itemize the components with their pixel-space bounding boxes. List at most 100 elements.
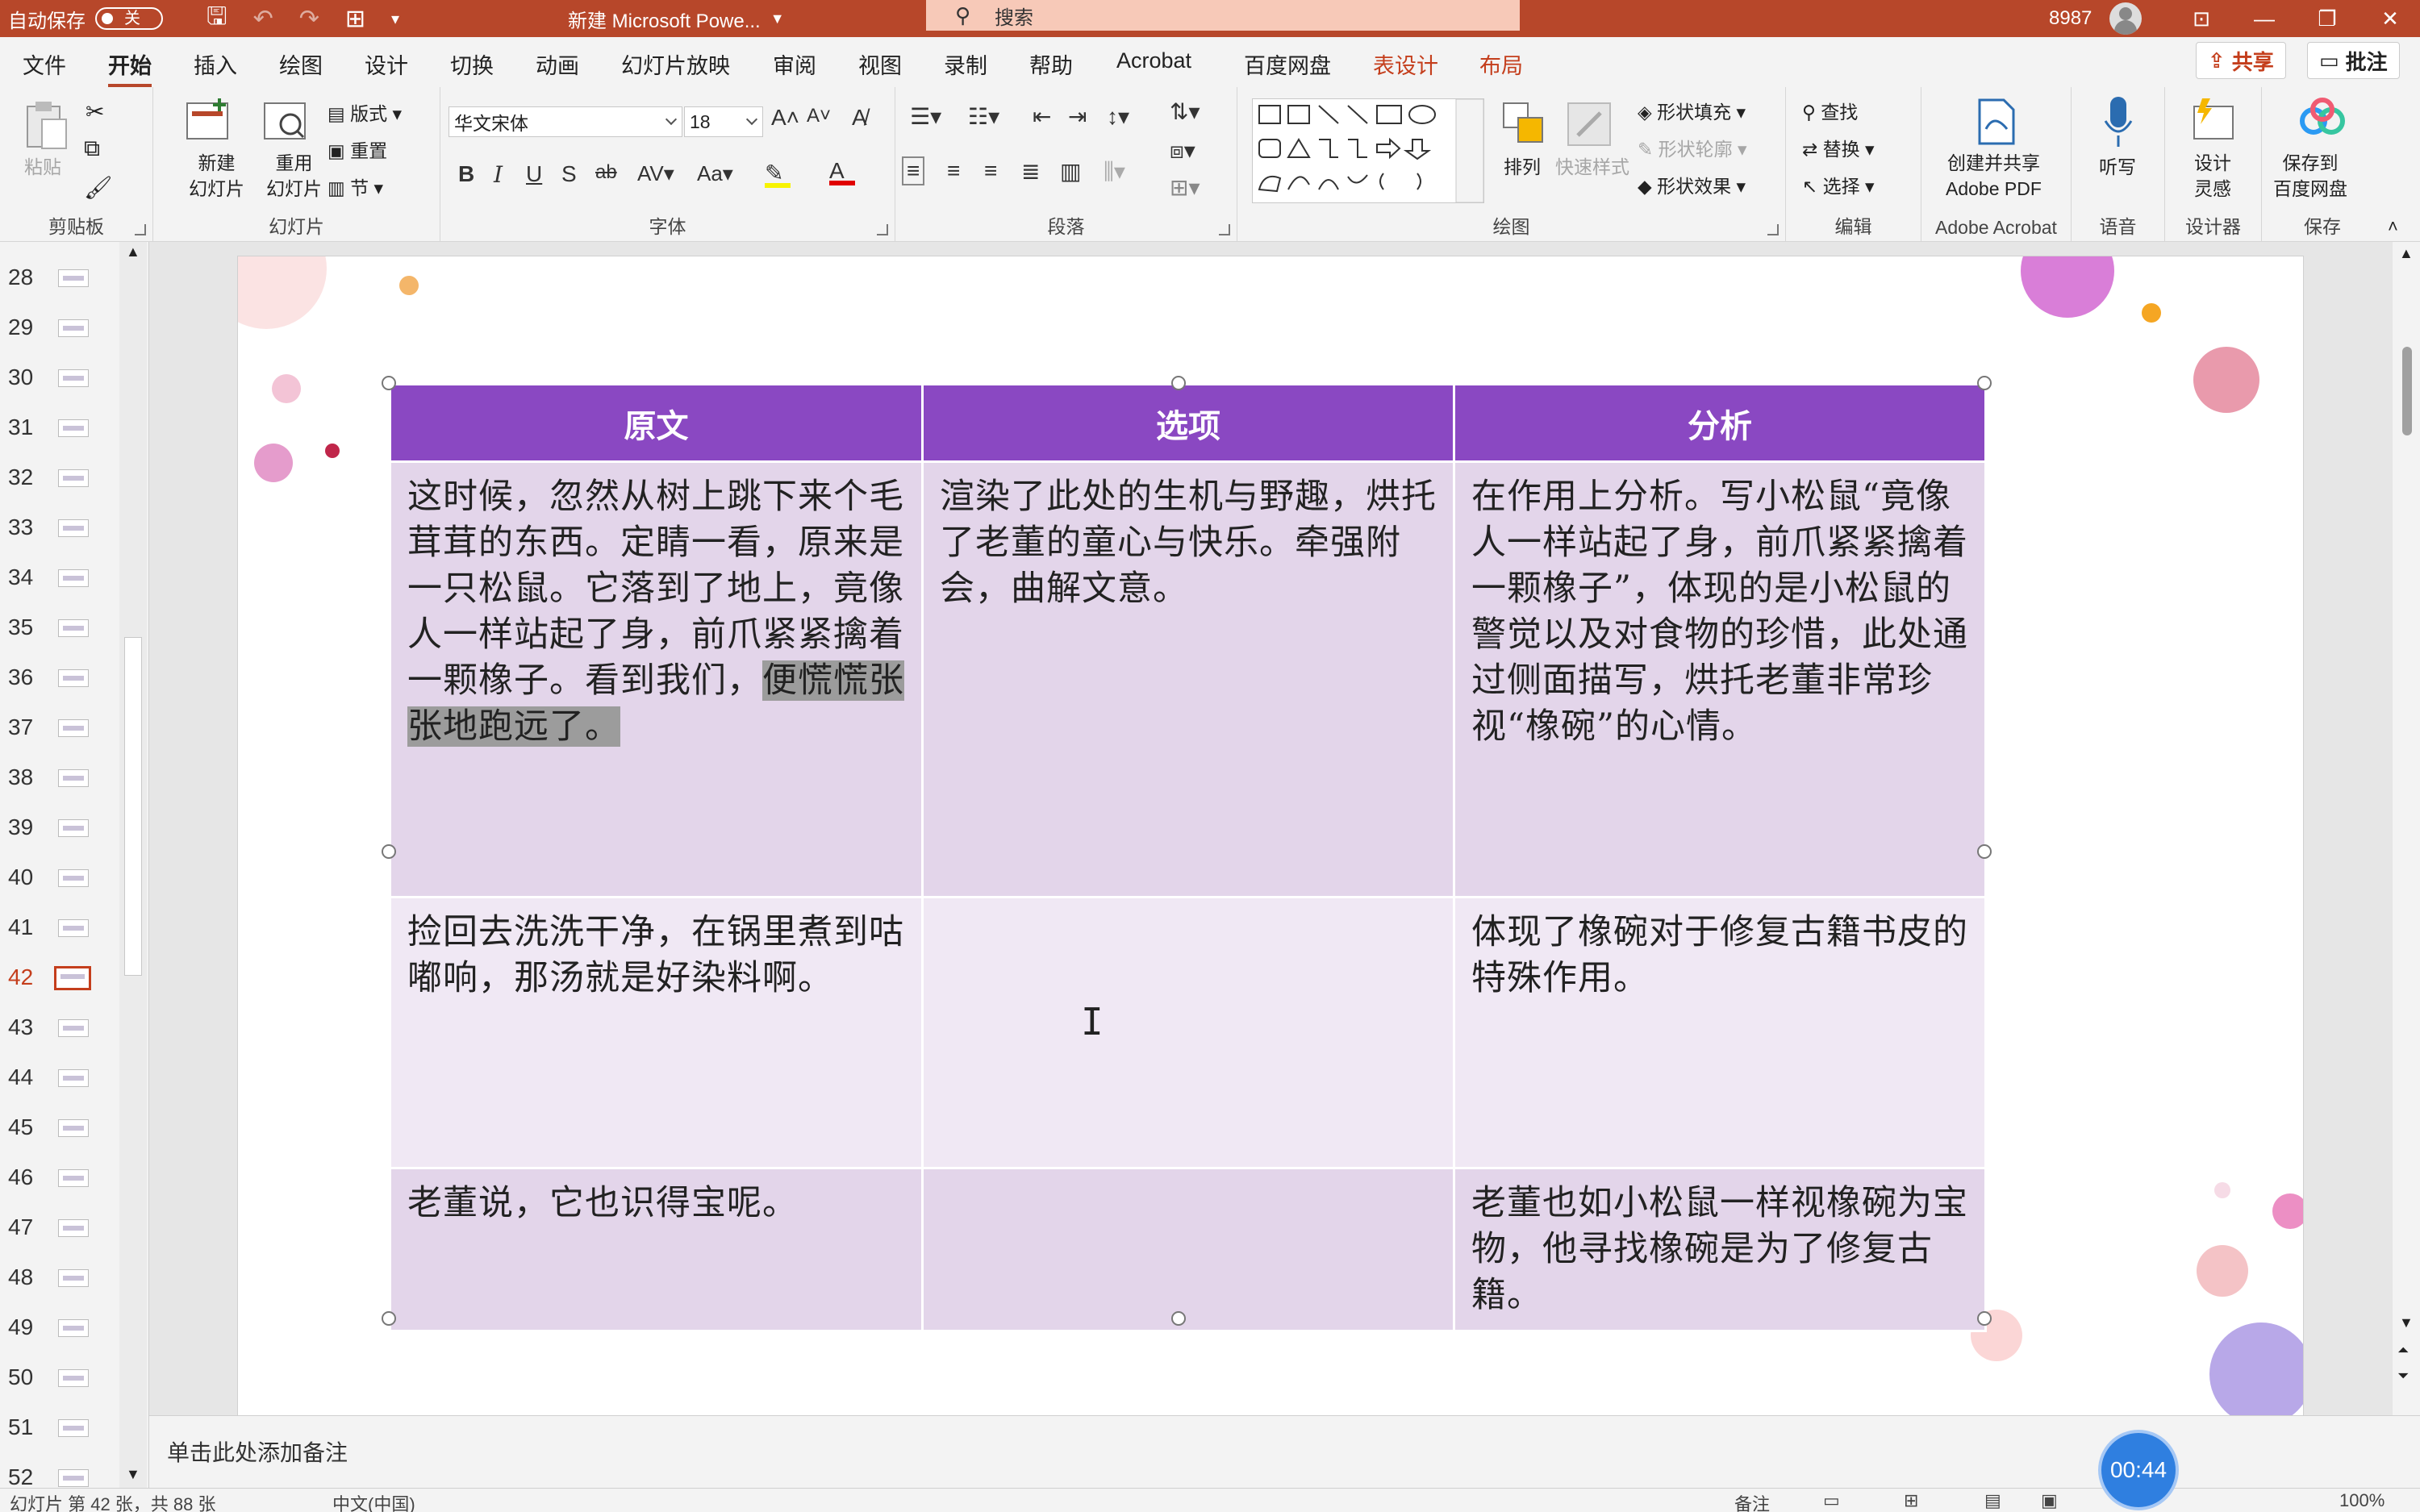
slide-thumbnail-image[interactable]: [58, 719, 89, 737]
tab-insert[interactable]: 插入: [194, 48, 237, 80]
tab-home[interactable]: 开始: [108, 48, 152, 88]
document-title[interactable]: 新建 Microsoft Powe...: [568, 5, 761, 33]
reuse-slide-icon[interactable]: [261, 97, 310, 145]
tab-slideshow[interactable]: 幻灯片放映: [621, 48, 730, 80]
notes-pane[interactable]: 单击此处添加备注: [149, 1415, 2420, 1488]
ribbon-display-icon[interactable]: ⊡: [2170, 6, 2233, 31]
slide-thumbnail-image[interactable]: [58, 919, 89, 937]
slide-thumbnail-image[interactable]: [58, 819, 89, 837]
slide-thumbnail-image[interactable]: [58, 269, 89, 287]
layout-button[interactable]: ▤ 版式 ▾: [328, 98, 402, 126]
slide-thumbnail-image[interactable]: [58, 1169, 89, 1187]
section-button[interactable]: ▥ 节 ▾: [328, 173, 383, 200]
increase-indent-icon[interactable]: ⇥: [1068, 103, 1087, 130]
slide-thumbnail[interactable]: 36: [0, 653, 121, 703]
scroll-down-icon[interactable]: ▼: [126, 1466, 140, 1483]
reuse-slides-button[interactable]: 重用 幻灯片: [266, 150, 322, 202]
resize-handle[interactable]: [1977, 844, 1992, 859]
smartart-icon[interactable]: ⊞▾: [1170, 174, 1200, 201]
new-slide-button[interactable]: 新建 幻灯片: [189, 150, 244, 202]
slide-thumbnail[interactable]: 32: [0, 453, 121, 503]
scroll-up-icon[interactable]: ▲: [2399, 245, 2414, 262]
slide-thumbnail-image[interactable]: [58, 1319, 89, 1337]
font-color-icon[interactable]: A: [829, 158, 855, 185]
tab-layout[interactable]: 布局: [1479, 48, 1523, 80]
slide-thumbnail-image[interactable]: [58, 1369, 89, 1387]
shapes-gallery[interactable]: [1252, 98, 1484, 203]
text-direction-icon[interactable]: ⇅▾: [1170, 98, 1200, 125]
undo-icon[interactable]: ↶: [253, 5, 273, 33]
resize-handle[interactable]: [1977, 376, 1992, 390]
reading-view-icon[interactable]: ▤: [1984, 1490, 2001, 1511]
select-button[interactable]: ↖ 选择 ▾: [1802, 171, 1875, 198]
language-indicator[interactable]: 中文(中国): [332, 1490, 415, 1512]
adobe-pdf-icon[interactable]: [1975, 97, 2018, 147]
decrease-font-icon[interactable]: A˅: [807, 105, 831, 127]
create-pdf-button[interactable]: 创建并共享 Adobe PDF: [1946, 150, 2042, 202]
redo-icon[interactable]: ↷: [299, 5, 319, 33]
autosave-toggle[interactable]: 关: [95, 7, 163, 30]
zoom-level[interactable]: 100%: [2339, 1490, 2385, 1511]
bullets-icon[interactable]: ☰▾: [910, 103, 941, 130]
slide-thumbnail-image[interactable]: [58, 619, 89, 637]
slide-thumbnail[interactable]: 30: [0, 353, 121, 403]
slide-thumbnail-image[interactable]: [58, 1469, 89, 1487]
restore-icon[interactable]: ❐: [2296, 6, 2359, 31]
slide-thumbnail-image[interactable]: [58, 1019, 89, 1037]
resize-handle[interactable]: [382, 376, 396, 390]
avatar[interactable]: [2109, 2, 2143, 35]
arrange-button[interactable]: 排列: [1504, 152, 1541, 179]
table-cell[interactable]: 体现了橡碗对于修复古籍书皮的特殊作用。: [1453, 896, 1987, 1169]
baidu-netdisk-icon[interactable]: [2297, 97, 2347, 140]
slide-thumbnail[interactable]: 41: [0, 903, 121, 953]
shadow-icon[interactable]: S: [561, 161, 577, 187]
slide-thumbnail[interactable]: 39: [0, 803, 121, 853]
header-analysis[interactable]: 分析: [1453, 383, 1987, 463]
thumbnail-scroll-thumb[interactable]: [124, 637, 142, 976]
paste-icon[interactable]: [24, 98, 69, 152]
share-button[interactable]: ⇪ 共享: [2196, 42, 2286, 79]
underline-icon[interactable]: U: [526, 161, 542, 187]
normal-view-icon[interactable]: ▭: [1823, 1490, 1840, 1511]
content-table[interactable]: 原文 选项 分析 这时候，忽然从树上跳下来个毛茸茸的东西。定睛一看，原来是一只松…: [389, 383, 1987, 1332]
tab-view[interactable]: 视图: [858, 48, 902, 80]
slide-thumbnail[interactable]: 40: [0, 853, 121, 903]
tab-table-design[interactable]: 表设计: [1373, 48, 1438, 80]
table-cell[interactable]: 捡回去洗洗干净，在锅里煮到咕嘟响，那汤就是好染料啊。: [389, 896, 924, 1169]
slide-thumbnail[interactable]: 31: [0, 403, 121, 453]
strikethrough-icon[interactable]: ab: [595, 161, 617, 184]
paragraph-launcher-icon[interactable]: [1219, 224, 1230, 235]
resize-handle[interactable]: [382, 844, 396, 859]
slide-scroll-thumb[interactable]: [2402, 347, 2412, 435]
slide-scrollbar[interactable]: ▲ ▼ ⏶ ⏷: [2393, 242, 2420, 1415]
change-case-icon[interactable]: Aa▾: [697, 161, 733, 186]
slide-thumbnail[interactable]: 43: [0, 1003, 121, 1053]
slide-thumbnail-image[interactable]: [58, 369, 89, 387]
shape-effects-button[interactable]: ◆ 形状效果 ▾: [1638, 171, 1746, 198]
decrease-indent-icon[interactable]: ⇤: [1033, 103, 1051, 130]
table-cell[interactable]: 渲染了此处的生机与野趣，烘托了老董的童心与快乐。牵强附会，曲解文意。: [921, 460, 1455, 898]
slide-thumbnail-image[interactable]: [58, 869, 89, 887]
tab-design[interactable]: 设计: [365, 48, 408, 80]
slide-thumbnail[interactable]: 44: [0, 1053, 121, 1103]
table-cell[interactable]: [921, 1167, 1455, 1332]
replace-button[interactable]: ⇄ 替换 ▾: [1802, 134, 1875, 161]
presenter-icon[interactable]: ⊞: [345, 5, 365, 33]
font-launcher-icon[interactable]: [877, 224, 888, 235]
resize-handle[interactable]: [382, 1311, 396, 1326]
clear-formatting-icon[interactable]: A̸: [852, 105, 867, 131]
close-icon[interactable]: ✕: [2359, 6, 2420, 31]
recording-timer[interactable]: 00:44: [2101, 1433, 2176, 1507]
shape-outline-button[interactable]: ✎ 形状轮廓 ▾: [1638, 134, 1747, 161]
slide-thumbnail[interactable]: 42: [0, 953, 121, 1003]
slide-thumbnail-image[interactable]: [58, 1269, 89, 1287]
columns-icon[interactable]: ⫼▾: [1104, 158, 1125, 185]
slide-thumbnail-image[interactable]: [58, 769, 89, 787]
italic-icon[interactable]: I: [494, 161, 503, 188]
resize-handle[interactable]: [1977, 1311, 1992, 1326]
arrange-icon[interactable]: [1500, 100, 1549, 148]
font-name-select[interactable]: 华文宋体: [449, 106, 682, 137]
slide-thumbnail-image[interactable]: [58, 1419, 89, 1437]
tab-file[interactable]: 文件: [23, 48, 66, 80]
slide-thumbnail[interactable]: 29: [0, 303, 121, 353]
